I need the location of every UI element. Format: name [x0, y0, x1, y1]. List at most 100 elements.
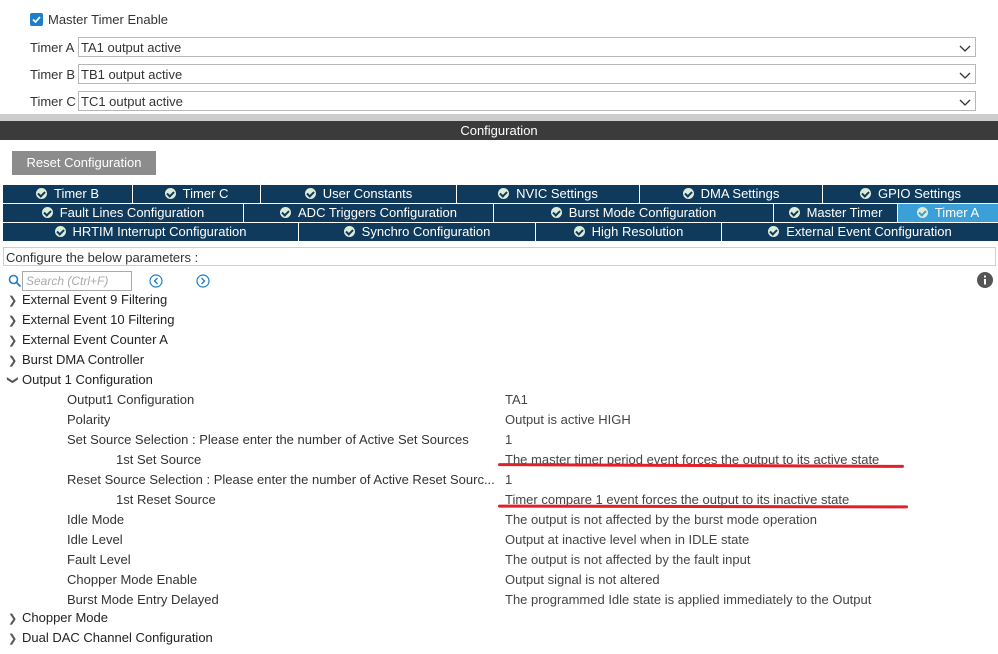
- tab-label: Timer A: [934, 205, 980, 220]
- param-label: Idle Mode: [67, 512, 125, 527]
- tree-item-label: Burst DMA Controller: [22, 352, 145, 367]
- ok-check-icon: [304, 188, 316, 199]
- tab-external-event-configuration[interactable]: External Event Configuration: [722, 223, 998, 241]
- ok-check-icon: [164, 188, 176, 199]
- highlight-underline: [497, 463, 905, 468]
- search-input[interactable]: [22, 271, 132, 291]
- ok-check-icon: [788, 207, 800, 218]
- configuration-header: Configuration: [0, 121, 998, 140]
- timer-a-value: TA1 output active: [81, 40, 182, 55]
- timer-c-select[interactable]: TC1 output active: [78, 91, 976, 111]
- tab-label: Burst Mode Configuration: [568, 205, 717, 220]
- param-value[interactable]: Output at inactive level when in IDLE st…: [505, 532, 749, 547]
- ok-check-icon: [343, 226, 355, 237]
- chevron-down-icon: ❯: [6, 375, 19, 385]
- tab-master-timer[interactable]: Master Timer: [774, 204, 898, 222]
- tree-item-label: External Event 10 Filtering: [22, 312, 175, 327]
- tree-item-label: Dual DAC Channel Configuration: [22, 630, 213, 645]
- tab-label: DMA Settings: [700, 186, 780, 201]
- tree-item-label: External Event Counter A: [22, 332, 168, 347]
- search-previous-icon[interactable]: [149, 274, 163, 288]
- ok-check-icon: [573, 226, 585, 237]
- param-label: Output1 Configuration: [67, 392, 195, 407]
- ok-check-icon: [916, 207, 928, 218]
- ok-check-icon: [498, 188, 510, 199]
- tree-item-external-event-9-filtering[interactable]: ❯ External Event 9 Filtering: [8, 292, 167, 307]
- tab-synchro-configuration[interactable]: Synchro Configuration: [299, 223, 536, 241]
- tree-item-external-event-10-filtering[interactable]: ❯ External Event 10 Filtering: [8, 312, 174, 327]
- panel-divider: [0, 114, 998, 121]
- tab-label: ADC Triggers Configuration: [298, 205, 457, 220]
- tree-item-label: External Event 9 Filtering: [22, 292, 168, 307]
- tab-timer-c[interactable]: Timer C: [133, 185, 261, 203]
- param-value[interactable]: TA1: [505, 392, 528, 407]
- timer-a-select[interactable]: TA1 output active: [78, 37, 976, 57]
- search-next-icon[interactable]: [196, 274, 210, 288]
- param-label: Set Source Selection : Please enter the …: [67, 432, 469, 447]
- tab-high-resolution[interactable]: High Resolution: [536, 223, 722, 241]
- timer-b-label: Timer B: [30, 67, 76, 82]
- param-label: Fault Level: [67, 552, 131, 567]
- tab-label: External Event Configuration: [786, 224, 952, 239]
- tab-row-2: Fault Lines Configuration ADC Triggers C…: [3, 204, 998, 222]
- chevron-down-icon: [959, 72, 971, 79]
- chevron-right-icon: ❯: [8, 315, 18, 327]
- param-value[interactable]: 1: [505, 432, 512, 447]
- tab-adc-triggers-configuration[interactable]: ADC Triggers Configuration: [244, 204, 494, 222]
- tab-label: High Resolution: [591, 224, 684, 239]
- chevron-right-icon: ❯: [8, 355, 18, 367]
- param-value[interactable]: Output is active HIGH: [505, 412, 631, 427]
- tab-user-constants[interactable]: User Constants: [261, 185, 457, 203]
- tree-item-output-1-configuration[interactable]: ❯ Output 1 Configuration: [6, 372, 153, 387]
- ok-check-icon: [550, 207, 562, 218]
- ok-check-icon: [682, 188, 694, 199]
- tab-label: Master Timer: [806, 205, 883, 220]
- tree-item-external-event-counter-a[interactable]: ❯ External Event Counter A: [8, 332, 168, 347]
- tab-row-1: Timer B Timer C User Constants NVIC Sett…: [3, 185, 998, 203]
- tab-label: Fault Lines Configuration: [59, 205, 205, 220]
- tab-label: Timer B: [53, 186, 100, 201]
- param-value[interactable]: Output signal is not altered: [505, 572, 660, 587]
- tab-hrtim-interrupt-configuration[interactable]: HRTIM Interrupt Configuration: [3, 223, 299, 241]
- param-value[interactable]: The output is not affected by the burst …: [505, 512, 817, 527]
- param-value[interactable]: The output is not affected by the fault …: [505, 552, 750, 567]
- master-timer-enable-checkbox[interactable]: [30, 13, 43, 26]
- parameters-header-text: Configure the below parameters :: [6, 250, 199, 265]
- tab-timer-a[interactable]: Timer A: [898, 204, 998, 222]
- tab-burst-mode-configuration[interactable]: Burst Mode Configuration: [494, 204, 774, 222]
- ok-check-icon: [54, 226, 66, 237]
- tab-label: NVIC Settings: [516, 186, 598, 201]
- tab-fault-lines-configuration[interactable]: Fault Lines Configuration: [3, 204, 244, 222]
- tree-item-label: Output 1 Configuration: [22, 372, 153, 387]
- tab-label: User Constants: [322, 186, 413, 201]
- parameters-header: Configure the below parameters :: [3, 247, 996, 266]
- chevron-right-icon: ❯: [8, 295, 18, 307]
- tree-item-chopper-mode[interactable]: ❯ Chopper Mode: [8, 610, 108, 625]
- param-label: Reset Source Selection : Please enter th…: [67, 472, 495, 487]
- tab-label: Synchro Configuration: [361, 224, 491, 239]
- search-icon: [8, 274, 22, 288]
- timer-a-label: Timer A: [30, 40, 75, 55]
- tab-timer-b[interactable]: Timer B: [3, 185, 133, 203]
- chevron-down-icon: [959, 99, 971, 106]
- param-label: 1st Set Source: [116, 452, 202, 467]
- param-value[interactable]: 1: [505, 472, 512, 487]
- reset-configuration-button[interactable]: Reset Configuration: [12, 151, 156, 175]
- tab-dma-settings[interactable]: DMA Settings: [640, 185, 823, 203]
- param-label: Chopper Mode Enable: [67, 572, 198, 587]
- timer-c-value: TC1 output active: [81, 94, 183, 109]
- chevron-right-icon: ❯: [8, 613, 18, 625]
- param-label: 1st Reset Source: [116, 492, 216, 507]
- tree-item-dual-dac-channel-configuration[interactable]: ❯ Dual DAC Channel Configuration: [8, 630, 213, 645]
- tab-nvic-settings[interactable]: NVIC Settings: [457, 185, 640, 203]
- highlight-underline: [497, 504, 909, 509]
- tree-item-burst-dma-controller[interactable]: ❯ Burst DMA Controller: [8, 352, 144, 367]
- param-label: Burst Mode Entry Delayed: [67, 592, 219, 607]
- info-icon[interactable]: [977, 272, 993, 288]
- param-value[interactable]: The programmed Idle state is applied imm…: [505, 592, 871, 607]
- timer-b-value: TB1 output active: [81, 67, 183, 82]
- check-icon: [32, 16, 41, 24]
- configuration-title: Configuration: [460, 123, 538, 138]
- timer-b-select[interactable]: TB1 output active: [78, 64, 976, 84]
- tab-gpio-settings[interactable]: GPIO Settings: [823, 185, 998, 203]
